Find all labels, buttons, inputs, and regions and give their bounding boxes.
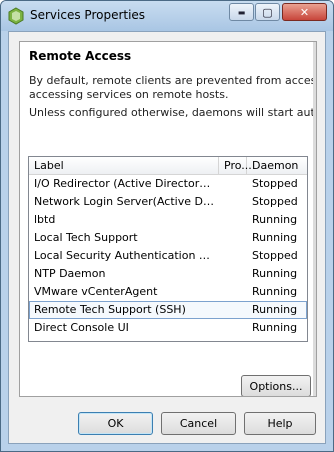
list-header: Label Pro... Daemon xyxy=(29,157,307,175)
cancel-button[interactable]: Cancel xyxy=(161,412,236,435)
services-list[interactable]: Label Pro... Daemon I/O Redirector (Acti… xyxy=(28,156,308,342)
row-daemon-status: Running xyxy=(252,285,298,298)
window-title: Services Properties xyxy=(30,8,146,22)
table-row[interactable]: I/O Redirector (Active Directory Se... S… xyxy=(29,175,307,193)
row-label: Direct Console UI xyxy=(34,321,129,334)
maximize-button[interactable]: ▢ xyxy=(255,3,280,21)
row-label: lbtd xyxy=(34,213,56,226)
row-daemon-status: Running xyxy=(252,213,298,226)
row-label: Local Tech Support xyxy=(34,231,138,244)
help-button[interactable]: Help xyxy=(244,412,316,435)
row-label: NTP Daemon xyxy=(34,267,106,280)
services-properties-window: Services Properties ▬ ▢ ✕ Remote Access … xyxy=(0,0,334,452)
table-row[interactable]: Network Login Server(Active Direc... Sto… xyxy=(29,193,307,211)
row-label: VMware vCenterAgent xyxy=(34,285,158,298)
description-text: By default, remote clients are prevented… xyxy=(29,74,316,102)
minimize-icon: ▬ xyxy=(237,7,246,17)
row-daemon-status: Running xyxy=(252,267,298,280)
row-daemon-status: Running xyxy=(252,231,298,244)
table-row[interactable]: NTP Daemon Running xyxy=(29,265,307,283)
table-row[interactable]: Local Security Authentication Serv... St… xyxy=(29,247,307,265)
minimize-button[interactable]: ▬ xyxy=(229,3,254,21)
row-label: Network Login Server(Active Direc... xyxy=(34,195,216,208)
description-line-3: Unless configured otherwise, daemons wil… xyxy=(29,106,316,119)
row-label: I/O Redirector (Active Directory Se... xyxy=(34,177,216,190)
description-line-2: accessing services on remote hosts. xyxy=(29,88,229,101)
column-header-daemon[interactable]: Daemon xyxy=(247,157,309,174)
panel-scrollbar[interactable] xyxy=(313,42,316,396)
table-row[interactable]: VMware vCenterAgent Running xyxy=(29,283,307,301)
column-header-label[interactable]: Label xyxy=(29,157,219,174)
list-rows: I/O Redirector (Active Directory Se... S… xyxy=(29,175,307,337)
vsphere-logo-icon xyxy=(8,7,24,25)
table-row[interactable]: Local Tech Support Running xyxy=(29,229,307,247)
section-title: Remote Access xyxy=(29,49,132,63)
dialog-client-area: Remote Access By default, remote clients… xyxy=(8,31,326,444)
close-icon: ✕ xyxy=(299,5,310,19)
close-button[interactable]: ✕ xyxy=(282,3,327,21)
row-daemon-status: Stopped xyxy=(252,177,298,190)
row-daemon-status: Running xyxy=(252,303,298,316)
row-daemon-status: Running xyxy=(252,321,298,334)
column-header-protocol[interactable]: Pro... xyxy=(219,157,252,174)
row-label: Local Security Authentication Serv... xyxy=(34,249,216,262)
table-row[interactable]: lbtd Running xyxy=(29,211,307,229)
row-daemon-status: Stopped xyxy=(252,195,298,208)
table-row-selected[interactable]: Remote Tech Support (SSH) Running xyxy=(29,301,307,319)
remote-access-panel: Remote Access By default, remote clients… xyxy=(19,41,317,397)
table-row[interactable]: Direct Console UI Running xyxy=(29,319,307,337)
ok-button[interactable]: OK xyxy=(78,412,153,435)
title-bar[interactable]: Services Properties ▬ ▢ ✕ xyxy=(1,1,333,31)
row-label: Remote Tech Support (SSH) xyxy=(34,303,186,316)
row-daemon-status: Stopped xyxy=(252,249,298,262)
description-line-1: By default, remote clients are prevented… xyxy=(29,74,316,87)
maximize-icon: ▢ xyxy=(262,5,273,19)
options-button[interactable]: Options... xyxy=(241,375,311,396)
